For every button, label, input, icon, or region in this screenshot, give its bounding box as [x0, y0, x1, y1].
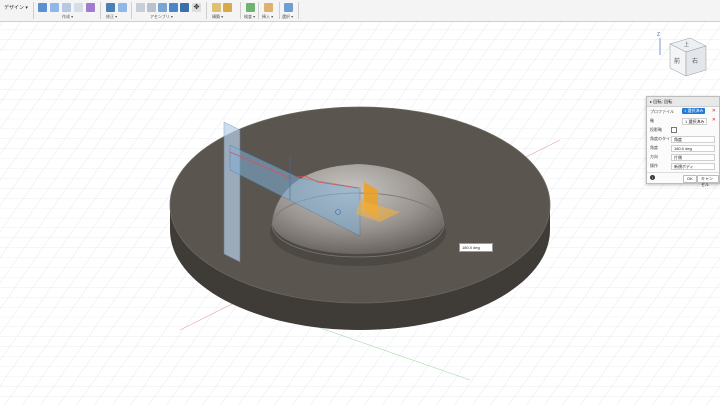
toolbar-divider: [279, 2, 280, 19]
select-icon[interactable]: [284, 3, 293, 12]
toolbar-divider: [206, 2, 207, 19]
rigid-group-icon[interactable]: [180, 3, 189, 12]
angle-label: 角度: [650, 145, 658, 150]
plane-icon[interactable]: [223, 3, 232, 12]
toolbar-divider: [240, 2, 241, 19]
modify-group-label[interactable]: 修正 ▾: [106, 14, 117, 20]
form-icon[interactable]: [86, 3, 95, 12]
3d-viewport[interactable]: [0, 22, 720, 405]
fillet-icon[interactable]: [106, 3, 115, 12]
viewcube-right-label: 右: [692, 59, 699, 65]
toolbar-divider: [100, 2, 101, 19]
insert-icon[interactable]: [264, 3, 273, 12]
clear-profile-icon[interactable]: ✕: [712, 107, 716, 116]
dialog-footer: i OK キャンセル: [647, 172, 719, 187]
move-icon[interactable]: ✥: [192, 3, 201, 12]
viewcube-axis-label: Z: [657, 32, 661, 38]
canvas-angle-input[interactable]: 180.0 deg: [459, 243, 493, 252]
assemble-group-label[interactable]: アセンブリ ▾: [150, 14, 173, 20]
press-pull-icon[interactable]: [118, 3, 127, 12]
direction-label: 方向: [650, 154, 658, 159]
construct-group-label[interactable]: 構築 ▾: [212, 14, 223, 20]
viewcube-front-label: 前: [674, 59, 681, 65]
operation-label: 操作: [650, 163, 658, 168]
toolbar: デザイン ▾ 作成 ▾ 修正 ▾ ✥ アセンブリ ▾ 構築 ▾ 検査 ▾ 挿入 …: [0, 0, 720, 22]
extrude-icon[interactable]: [50, 3, 59, 12]
combine-icon[interactable]: [147, 3, 156, 12]
new-sketch-icon[interactable]: [38, 3, 47, 12]
profile-selection[interactable]: 1 選択済み: [682, 108, 706, 114]
viewcube-top-label: 上: [684, 42, 690, 48]
create-group-label[interactable]: 作成 ▾: [62, 14, 73, 20]
angle-row: 角度 180.0 deg: [647, 143, 719, 152]
profile-row: プロファイル 1 選択済み ✕: [647, 107, 719, 116]
select-group-label[interactable]: 選択 ▾: [282, 14, 293, 20]
toolbar-divider: [33, 2, 34, 19]
axis-row: 軸 1 選択済み ✕: [647, 116, 719, 125]
clear-axis-icon[interactable]: ✕: [712, 116, 716, 125]
revolve-icon[interactable]: [62, 3, 71, 12]
inspect-group-label[interactable]: 検査 ▾: [244, 14, 255, 20]
type-row: 角度のタイプ 角度: [647, 134, 719, 143]
component-icon[interactable]: [158, 3, 167, 12]
cancel-button[interactable]: キャンセル: [697, 175, 719, 187]
toolbar-divider: [298, 2, 299, 19]
operation-select[interactable]: 新規ボディ: [671, 163, 715, 170]
sweep-icon[interactable]: [74, 3, 83, 12]
revolve-dialog: ▸ 回転: 回転 プロファイル 1 選択済み ✕ 軸 1 選択済み ✕ 投影軸 …: [646, 96, 720, 187]
direction-row: 方向 片側: [647, 152, 719, 161]
insert-group-label[interactable]: 挿入 ▾: [262, 14, 273, 20]
info-icon[interactable]: i: [650, 175, 655, 180]
project-axis-label: 投影軸: [650, 127, 662, 132]
angle-input[interactable]: 180.0 deg: [671, 145, 715, 152]
toolbar-divider: [258, 2, 259, 19]
toolbar-divider: [131, 2, 132, 19]
project-axis-row: 投影軸: [647, 125, 719, 134]
sketch-plane: [223, 121, 241, 263]
project-axis-checkbox[interactable]: [671, 127, 677, 133]
operation-row: 操作 新規ボディ: [647, 161, 719, 170]
axis-label: 軸: [650, 118, 654, 123]
ok-button[interactable]: OK: [683, 175, 697, 183]
type-select[interactable]: 角度: [671, 136, 715, 143]
dialog-title[interactable]: ▸ 回転: 回転: [647, 97, 719, 107]
shell-icon[interactable]: [136, 3, 145, 12]
joint-icon[interactable]: [169, 3, 178, 12]
workspace-dropdown[interactable]: デザイン ▾: [2, 3, 30, 13]
measure-icon[interactable]: [246, 3, 255, 12]
offset-plane-icon[interactable]: [212, 3, 221, 12]
direction-select[interactable]: 片側: [671, 154, 715, 161]
profile-label: プロファイル: [650, 109, 674, 114]
axis-selection[interactable]: 1 選択済み: [682, 118, 708, 125]
